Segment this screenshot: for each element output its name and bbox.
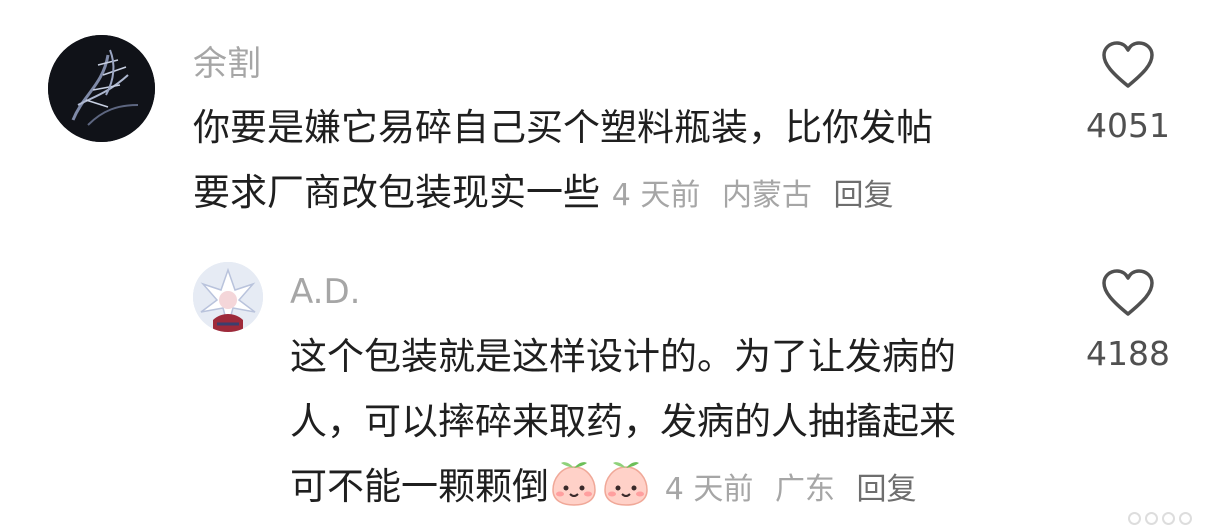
comment-line: 人，可以摔碎来取药，发病的人抽搐起来: [290, 400, 956, 443]
watermark-dots: [1128, 512, 1192, 525]
timestamp: 4 天前: [611, 178, 701, 213]
comment-thread: { "comments": [ { "username": "余割", "ava…: [0, 0, 1206, 531]
username[interactable]: A.D.: [290, 272, 360, 312]
location: 内蒙古: [721, 178, 812, 213]
comment-line: 这个包装就是这样设计的。为了让发病的: [290, 335, 956, 378]
reply-item: A.D. 这个包装就是这样设计的。为了让发病的 人，可以摔碎来取药，发病的人抽搐…: [0, 240, 1206, 531]
avatar[interactable]: [48, 35, 155, 142]
comment-line: 可不能一颗颗倒: [290, 465, 549, 508]
peach-smile-emoji: [552, 462, 596, 506]
comment-line-with-meta: 可不能一颗颗倒 4 天前 广东 回复: [290, 454, 1070, 522]
timestamp: 4 天前: [664, 472, 754, 507]
reply-button[interactable]: 回复: [856, 472, 916, 507]
comment-meta: 4 天前 广东 回复: [665, 472, 929, 507]
comment-text: 这个包装就是这样设计的。为了让发病的 人，可以摔碎来取药，发病的人抽搐起来 可不…: [290, 324, 1070, 522]
comment-meta: 4 天前 内蒙古 回复: [612, 178, 906, 213]
like-count: 4188: [1086, 334, 1170, 373]
heart-outline-icon[interactable]: [1100, 40, 1156, 90]
peach-smile-emoji: [604, 462, 648, 506]
comment-line: 你要是嫌它易碎自己买个塑料瓶装，比你发帖: [193, 106, 933, 149]
heart-outline-icon[interactable]: [1100, 268, 1156, 318]
comment-item: 余割 你要是嫌它易碎自己买个塑料瓶装，比你发帖 要求厂商改包装现实一些 4 天前…: [0, 0, 1206, 240]
location: 广东: [774, 472, 835, 507]
reply-button[interactable]: 回复: [833, 178, 893, 213]
username[interactable]: 余割: [193, 44, 261, 84]
comment-text: 你要是嫌它易碎自己买个塑料瓶装，比你发帖 要求厂商改包装现实一些 4 天前 内蒙…: [193, 95, 1053, 228]
comment-line: 要求厂商改包装现实一些: [193, 171, 600, 214]
like-count: 4051: [1086, 106, 1170, 145]
avatar[interactable]: [193, 262, 263, 332]
comment-line-with-meta: 要求厂商改包装现实一些 4 天前 内蒙古 回复: [193, 160, 1053, 228]
